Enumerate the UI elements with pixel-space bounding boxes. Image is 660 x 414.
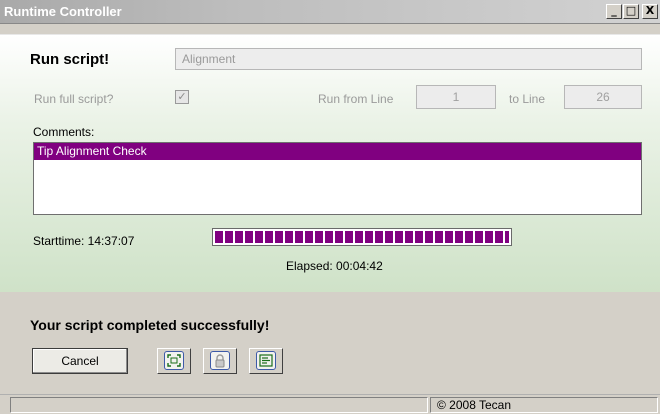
- comments-label: Comments:: [33, 125, 95, 139]
- runtime-controller-window: Runtime Controller _ □ X Run script! Ali…: [0, 0, 660, 414]
- close-button[interactable]: X: [642, 4, 658, 19]
- minimize-button[interactable]: _: [606, 4, 622, 19]
- to-line-label: to Line: [509, 92, 546, 106]
- start-time-label: Starttime: 14:37:07: [33, 234, 135, 248]
- comment-item[interactable]: Tip Alignment Check: [34, 143, 641, 160]
- script-panel: Run script! Alignment Run full script? ✓…: [0, 34, 660, 292]
- window-title: Runtime Controller: [4, 4, 122, 19]
- fullscreen-icon: [164, 351, 184, 370]
- maximize-button[interactable]: □: [623, 4, 639, 19]
- progress-bar: [212, 228, 512, 246]
- log-button[interactable]: [249, 348, 283, 374]
- lock-icon: [210, 351, 230, 370]
- run-full-script-checkbox[interactable]: ✓: [175, 90, 189, 104]
- status-left-pane: [10, 397, 428, 413]
- to-line-field[interactable]: 26: [564, 85, 642, 109]
- title-bar[interactable]: Runtime Controller _ □ X: [0, 0, 660, 24]
- fullscreen-button[interactable]: [157, 348, 191, 374]
- run-full-script-label: Run full script?: [34, 92, 114, 106]
- comments-list[interactable]: Tip Alignment Check: [33, 142, 642, 215]
- log-icon: [256, 351, 276, 370]
- completion-message: Your script completed successfully!: [30, 317, 270, 333]
- run-from-line-label: Run from Line: [318, 92, 394, 106]
- elapsed-label: Elapsed: 00:04:42: [286, 259, 383, 273]
- lock-button[interactable]: [203, 348, 237, 374]
- script-name-field[interactable]: Alignment: [175, 48, 642, 70]
- copyright-text: © 2008 Tecan: [430, 397, 658, 413]
- run-script-label: Run script!: [30, 51, 110, 68]
- cancel-button[interactable]: Cancel: [32, 348, 128, 374]
- progress-fill: [215, 231, 509, 243]
- status-bar: © 2008 Tecan: [0, 394, 660, 414]
- from-line-field[interactable]: 1: [416, 85, 496, 109]
